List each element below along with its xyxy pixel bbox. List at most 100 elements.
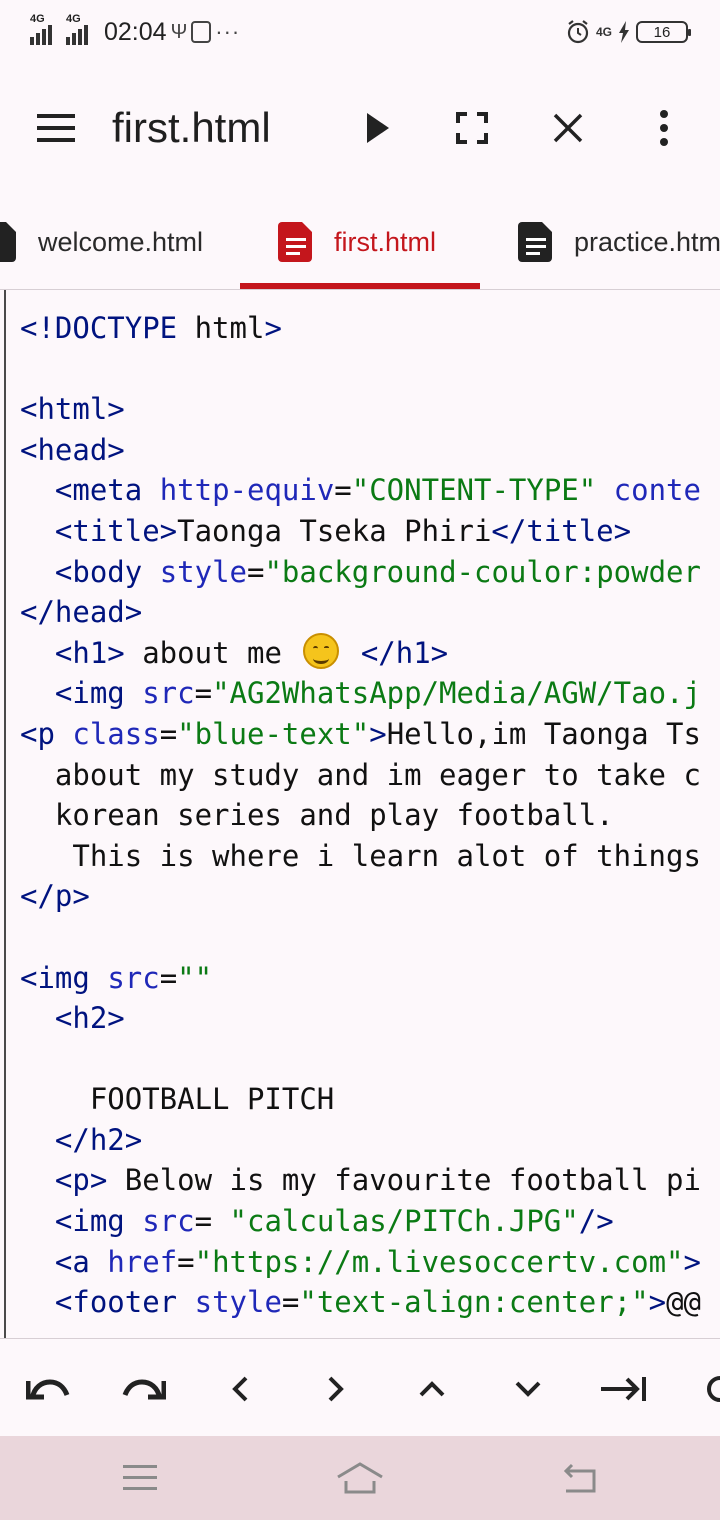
code-tag: > <box>648 1285 667 1320</box>
code-tag: </title> <box>491 513 632 548</box>
tab-welcome[interactable]: welcome.html <box>0 194 203 289</box>
code-line[interactable]: This is where i learn alot of things <box>20 836 701 877</box>
chevron-down-icon <box>515 1381 541 1397</box>
code-text: korean series and play football. <box>20 798 614 833</box>
document-icon <box>278 222 312 262</box>
code-line[interactable]: </head> <box>20 592 701 633</box>
more-keys-icon <box>707 1376 720 1402</box>
code-tag: > <box>369 716 387 751</box>
code-text: Taonga Tseka Phiri <box>177 513 492 548</box>
fullscreen-icon <box>456 112 488 144</box>
code-attribute: style <box>194 1285 282 1320</box>
tab-label: practice.htm <box>574 226 720 257</box>
code-line[interactable]: <footer style="text-align:center;">@@ <box>20 1282 701 1323</box>
alarm-icon <box>567 20 589 44</box>
recents-button[interactable] <box>110 1448 170 1508</box>
code-attribute: http-equiv <box>159 473 335 508</box>
code-line[interactable]: <img src= "calculas/PITCh.JPG"/> <box>20 1201 701 1242</box>
code-text: = <box>194 1204 230 1239</box>
network-type-label: 4G <box>66 13 81 25</box>
more-keys-button[interactable] <box>690 1359 720 1419</box>
code-attribute: href <box>107 1244 178 1279</box>
code-tag: <title> <box>20 513 178 548</box>
code-text: Below is my favourite football pi <box>107 1163 701 1198</box>
code-tag: <h1> <box>20 635 125 670</box>
code-line[interactable]: <head> <box>20 430 701 471</box>
more-vert-icon <box>660 110 668 146</box>
code-line[interactable]: FOOTBALL PITCH <box>20 1079 701 1120</box>
code-tag: /> <box>578 1204 614 1239</box>
code-text: = <box>159 716 178 751</box>
code-line[interactable]: <body style="background-coulor:powder <box>20 552 701 593</box>
code-tag: <meta <box>20 473 160 508</box>
overflow-menu-button[interactable] <box>634 98 694 158</box>
battery-icon: 16 <box>636 21 691 43</box>
code-text: = <box>281 1285 300 1320</box>
cursor-right-button[interactable] <box>306 1359 366 1419</box>
smiley-emoji-icon <box>303 632 340 669</box>
status-right: 4G 16 <box>566 16 691 48</box>
code-line[interactable]: <h1> about me </h1> <box>20 632 701 674</box>
code-line[interactable]: <a href="https://m.livesoccertv.com"> <box>20 1242 701 1283</box>
tab-icon <box>601 1377 646 1401</box>
close-icon <box>553 113 583 143</box>
charging-icon <box>619 21 629 43</box>
usb-icon: Ψ <box>170 20 188 43</box>
code-line[interactable]: <meta http-equiv="CONTENT-TYPE" conte <box>20 470 701 511</box>
home-icon <box>337 1462 383 1494</box>
tab-practice[interactable]: practice.htm <box>518 194 720 289</box>
tab-label: first.html <box>334 226 437 257</box>
more-notifications-icon: ··· <box>215 19 241 44</box>
code-text: = <box>247 554 265 589</box>
tab-first[interactable]: first.html <box>278 194 437 289</box>
back-button[interactable] <box>550 1448 610 1508</box>
code-line[interactable]: <p> Below is my favourite football pi <box>20 1160 701 1201</box>
code-line[interactable] <box>20 349 701 390</box>
code-attribute: conte <box>596 473 701 508</box>
code-tag: <h2> <box>20 1001 125 1036</box>
code-editor[interactable]: <!DOCTYPE html> <html> <head> <meta http-e… <box>4 290 720 1338</box>
fullscreen-button[interactable] <box>442 98 502 158</box>
app-toolbar: first.html <box>0 64 720 194</box>
code-line[interactable]: <p class="blue-text">Hello,im Taonga Ts <box>20 714 701 755</box>
code-line[interactable]: about my study and im eager to take c <box>20 755 701 796</box>
code-tag: <p> <box>20 1163 108 1198</box>
code-tag: <html> <box>20 392 125 427</box>
code-text: = <box>334 473 352 508</box>
code-line[interactable]: </h2> <box>20 1120 701 1161</box>
code-attribute: src <box>142 676 195 711</box>
code-tag: <footer <box>20 1285 195 1320</box>
run-button[interactable] <box>348 98 408 158</box>
code-tag: </h1> <box>360 635 449 670</box>
clock: 02:04 <box>104 17 167 46</box>
code-line[interactable]: korean series and play football. <box>20 795 701 836</box>
code-text: = <box>159 960 178 995</box>
home-button[interactable] <box>330 1448 390 1508</box>
code-line[interactable]: <title>Taonga Tseka Phiri</title> <box>20 511 701 552</box>
code-line[interactable]: <html> <box>20 389 701 430</box>
code-line[interactable] <box>20 917 701 958</box>
code-string: "" <box>177 960 213 995</box>
cursor-down-button[interactable] <box>498 1359 558 1419</box>
system-nav-bar <box>0 1436 720 1520</box>
code-line[interactable]: <!DOCTYPE html> <box>20 308 701 349</box>
code-line[interactable]: <img src="" <box>20 958 701 999</box>
menu-button[interactable] <box>26 98 86 158</box>
tab-key-button[interactable] <box>594 1359 654 1419</box>
code-line[interactable]: <h2> <box>20 998 701 1039</box>
undo-button[interactable] <box>18 1359 78 1419</box>
cursor-up-button[interactable] <box>402 1359 462 1419</box>
cursor-left-button[interactable] <box>210 1359 270 1419</box>
code-line[interactable]: </p> <box>20 876 701 917</box>
code-tag: > <box>264 311 282 345</box>
code-content[interactable]: <!DOCTYPE html> <html> <head> <meta http-e… <box>20 308 701 1323</box>
code-line[interactable]: <img src="AG2WhatsApp/Media/AGW/Tao.j <box>20 673 701 714</box>
code-line[interactable] <box>20 1039 701 1080</box>
play-icon <box>367 113 389 143</box>
code-text: = <box>177 1244 195 1279</box>
close-button[interactable] <box>538 98 598 158</box>
code-text: about me <box>124 635 300 670</box>
redo-button[interactable] <box>114 1359 174 1419</box>
battery-level: 16 <box>653 23 671 41</box>
